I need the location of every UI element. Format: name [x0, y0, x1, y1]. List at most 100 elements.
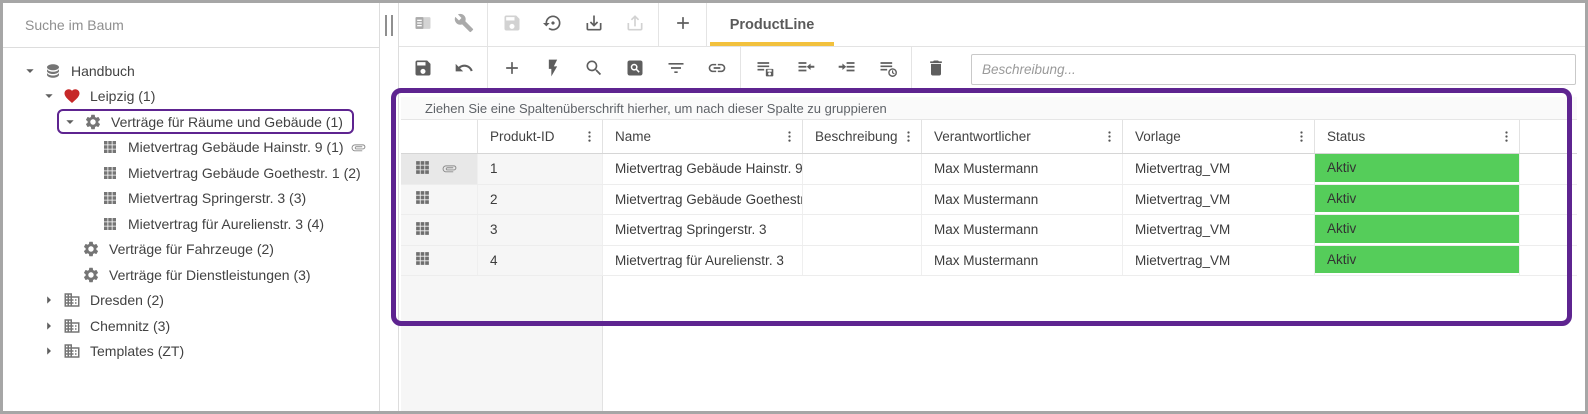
wrench-button[interactable] — [443, 3, 484, 46]
cell-name[interactable]: Mietvertrag Gebäude Goethestr. 1 — [603, 185, 803, 215]
save-button[interactable] — [402, 47, 443, 91]
side-panel-button[interactable] — [402, 3, 443, 46]
row-type-cell[interactable] — [401, 154, 478, 184]
rows-outdent-button[interactable] — [785, 47, 826, 91]
column-menu-icon[interactable] — [1102, 129, 1117, 144]
undo-button[interactable] — [443, 47, 484, 91]
arrow-right-icon[interactable] — [38, 292, 60, 308]
column-header[interactable]: Produkt-ID — [478, 120, 603, 153]
toolbar-separator — [740, 47, 741, 91]
rows-history-button[interactable] — [867, 47, 908, 91]
tree-item[interactable]: Dresden (2) — [3, 288, 379, 314]
save-icon — [413, 58, 433, 81]
trash-button[interactable] — [915, 47, 956, 91]
save-button[interactable] — [491, 3, 532, 46]
beschreibung-filter-input[interactable] — [971, 54, 1576, 85]
tree-item[interactable]: Mietvertrag Springerstr. 3 (3) — [3, 186, 379, 212]
cell-verantwortlicher[interactable]: Max Mustermann — [922, 185, 1123, 215]
rows-indent-button[interactable] — [826, 47, 867, 91]
download-button[interactable] — [573, 3, 614, 46]
tree-item[interactable]: Verträge für Fahrzeuge (2) — [3, 237, 379, 263]
cell-name[interactable]: Mietvertrag Gebäude Hainstr. 9 — [603, 154, 803, 184]
grid-icon — [414, 159, 431, 179]
arrow-down-icon[interactable] — [38, 88, 60, 104]
tree-item[interactable]: Leipzig (1) — [3, 84, 379, 110]
cell-status[interactable]: Aktiv — [1315, 246, 1520, 276]
cell-beschreibung[interactable] — [803, 185, 922, 215]
cell-status[interactable]: Aktiv — [1315, 154, 1520, 184]
cell-name[interactable]: Mietvertrag Springerstr. 3 — [603, 215, 803, 245]
add-button[interactable] — [662, 3, 703, 46]
cell-status[interactable]: Aktiv — [1315, 215, 1520, 245]
cell-vorlage[interactable]: Mietvertrag_VM — [1123, 246, 1315, 276]
cell-produkt-id[interactable]: 3 — [478, 215, 603, 245]
tree-search-input[interactable] — [3, 3, 379, 47]
splitter-handle-icon[interactable] — [385, 15, 393, 36]
column-menu-icon[interactable] — [1499, 129, 1514, 144]
column-header[interactable]: Status — [1315, 120, 1520, 153]
column-header[interactable]: Name — [603, 120, 803, 153]
panel-splitter[interactable] — [380, 3, 398, 411]
cell-verantwortlicher[interactable]: Max Mustermann — [922, 154, 1123, 184]
flash-button[interactable] — [532, 47, 573, 91]
table-row[interactable]: 2 Mietvertrag Gebäude Goethestr. 1 Max M… — [401, 185, 1577, 216]
tree-item[interactable]: Verträge für Räume und Gebäude (1) — [3, 109, 379, 135]
restore-button[interactable] — [532, 3, 573, 46]
gear-icon — [81, 113, 105, 131]
cell-vorlage[interactable]: Mietvertrag_VM — [1123, 215, 1315, 245]
wrench-icon — [454, 13, 474, 36]
tree-item[interactable]: Verträge für Dienstleistungen (3) — [3, 262, 379, 288]
column-header[interactable]: Verantwortlicher — [922, 120, 1123, 153]
cell-produkt-id[interactable]: 1 — [478, 154, 603, 184]
search-button[interactable] — [573, 47, 614, 91]
cell-vorlage[interactable]: Mietvertrag_VM — [1123, 185, 1315, 215]
add-button[interactable] — [491, 47, 532, 91]
row-type-cell[interactable] — [401, 215, 478, 245]
cell-name[interactable]: Mietvertrag für Aurelienstr. 3 — [603, 246, 803, 276]
cell-status[interactable]: Aktiv — [1315, 185, 1520, 215]
table-row[interactable]: 4 Mietvertrag für Aurelienstr. 3 Max Mus… — [401, 246, 1577, 277]
column-menu-icon[interactable] — [782, 129, 797, 144]
paperclip-icon — [351, 140, 366, 155]
tab-productline[interactable]: ProductLine — [710, 3, 834, 46]
tree-item[interactable]: Handbuch — [3, 58, 379, 84]
table-row[interactable]: 3 Mietvertrag Springerstr. 3 Max Musterm… — [401, 215, 1577, 246]
grid-icon — [414, 189, 431, 209]
arrow-down-icon[interactable] — [19, 63, 41, 79]
column-menu-icon[interactable] — [901, 129, 916, 144]
add-icon — [673, 13, 693, 36]
cell-beschreibung[interactable] — [803, 215, 922, 245]
cell-produkt-id[interactable]: 4 — [478, 246, 603, 276]
tree-item-label: Handbuch — [71, 63, 135, 79]
tree-item[interactable]: Chemnitz (3) — [3, 313, 379, 339]
top-toolbar: ProductLine — [399, 3, 1585, 47]
rows-save-button[interactable] — [744, 47, 785, 91]
column-menu-icon[interactable] — [582, 129, 597, 144]
column-header[interactable]: Vorlage — [1123, 120, 1315, 153]
table-row[interactable]: 1 Mietvertrag Gebäude Hainstr. 9 Max Mus… — [401, 154, 1577, 185]
tree-item[interactable]: Mietvertrag Gebäude Hainstr. 9 (1) — [3, 135, 379, 161]
tree-item[interactable]: Mietvertrag Gebäude Goethestr. 1 (2) — [3, 160, 379, 186]
group-by-bar[interactable]: Ziehen Sie eine Spaltenüberschrift hierh… — [401, 97, 1577, 120]
row-type-cell[interactable] — [401, 185, 478, 215]
cell-beschreibung[interactable] — [803, 246, 922, 276]
search-box-button[interactable] — [614, 47, 655, 91]
cell-verantwortlicher[interactable]: Max Mustermann — [922, 246, 1123, 276]
cell-verantwortlicher[interactable]: Max Mustermann — [922, 215, 1123, 245]
filter-button[interactable] — [655, 47, 696, 91]
arrow-down-icon[interactable] — [59, 114, 81, 130]
tree-item[interactable]: Mietvertrag für Aurelienstr. 3 (4) — [3, 211, 379, 237]
cell-vorlage[interactable]: Mietvertrag_VM — [1123, 154, 1315, 184]
add-icon — [502, 58, 522, 81]
cell-beschreibung[interactable] — [803, 154, 922, 184]
column-header[interactable]: Beschreibung — [803, 120, 922, 153]
row-type-cell[interactable] — [401, 246, 478, 276]
tree-item[interactable]: Templates (ZT) — [3, 339, 379, 365]
link-button[interactable] — [696, 47, 737, 91]
column-header-label: Verantwortlicher — [934, 129, 1031, 144]
cell-produkt-id[interactable]: 2 — [478, 185, 603, 215]
arrow-right-icon[interactable] — [38, 343, 60, 359]
arrow-right-icon[interactable] — [38, 318, 60, 334]
upload-button[interactable] — [614, 3, 655, 46]
column-menu-icon[interactable] — [1294, 129, 1309, 144]
